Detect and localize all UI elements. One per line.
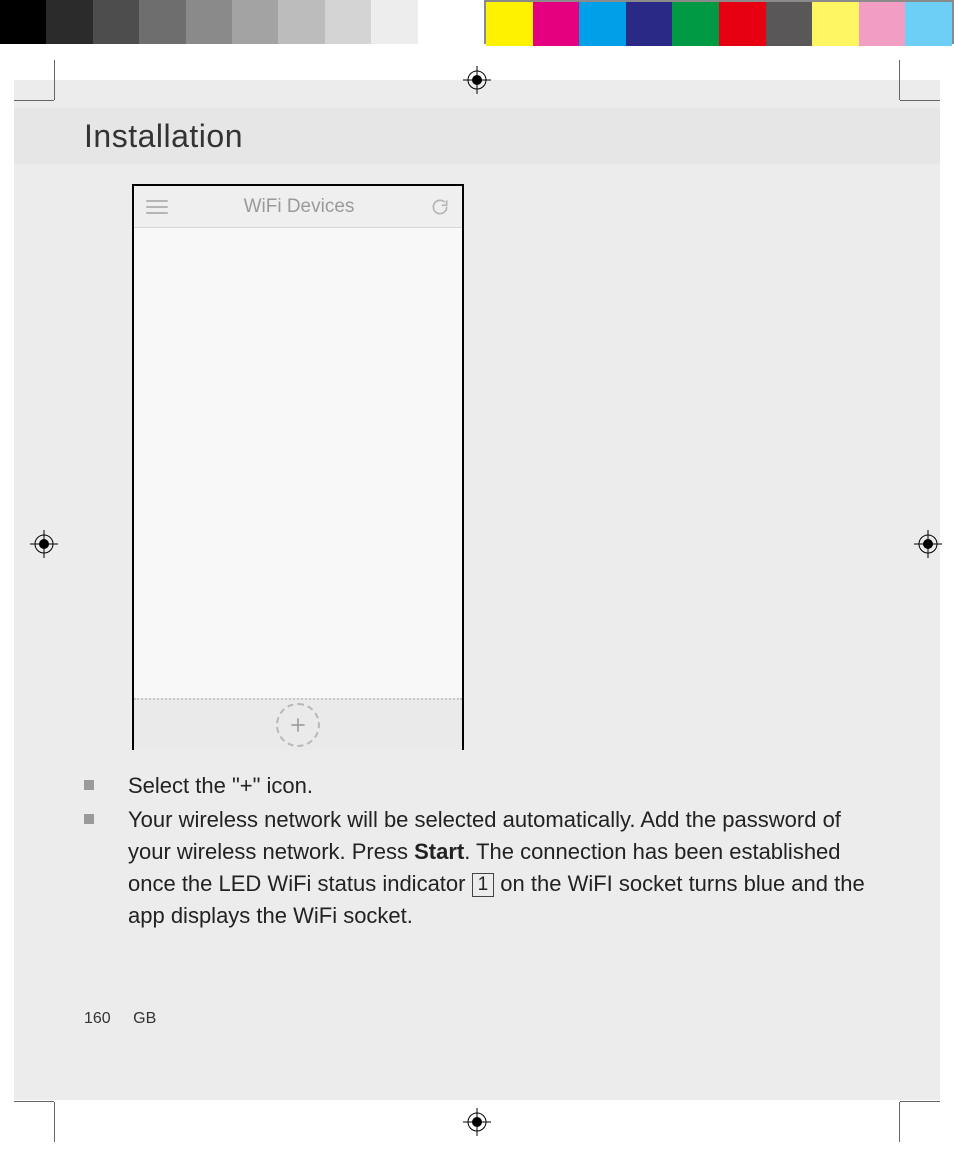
square-bullet-icon — [84, 814, 94, 824]
region-code: GB — [133, 1010, 156, 1027]
crop-mark — [900, 1101, 940, 1102]
registration-mark-icon — [463, 66, 491, 94]
page-number: 160 — [84, 1010, 111, 1027]
square-bullet-icon — [84, 780, 94, 790]
add-device-button[interactable] — [276, 703, 320, 747]
list-item: Select the "+" icon. — [84, 770, 884, 802]
crop-mark — [14, 100, 54, 101]
page-footer: 160 GB — [84, 1010, 156, 1028]
crop-mark — [54, 1102, 55, 1142]
registration-mark-icon — [30, 530, 58, 558]
crop-mark — [14, 1101, 54, 1102]
app-empty-list — [134, 228, 462, 698]
list-item-text: Select the "+" icon. — [128, 770, 884, 802]
crop-mark — [899, 60, 900, 100]
reference-key: 1 — [472, 873, 495, 897]
hamburger-icon[interactable] — [146, 200, 168, 214]
app-footer — [134, 698, 462, 750]
instruction-text: Select the "+" icon.Your wireless networ… — [84, 770, 884, 933]
app-header: WiFi Devices — [134, 186, 462, 228]
refresh-icon[interactable] — [430, 197, 450, 217]
registration-mark-icon — [914, 530, 942, 558]
print-color-bars — [0, 0, 954, 44]
list-item: Your wireless network will be selected a… — [84, 804, 884, 932]
app-title: WiFi Devices — [168, 196, 430, 218]
crop-mark — [54, 60, 55, 100]
app-screenshot: WiFi Devices — [132, 184, 464, 750]
crop-mark — [899, 1102, 900, 1142]
crop-mark — [900, 100, 940, 101]
section-heading: Installation — [84, 118, 243, 155]
registration-mark-icon — [463, 1108, 491, 1136]
list-item-text: Your wireless network will be selected a… — [128, 804, 884, 932]
